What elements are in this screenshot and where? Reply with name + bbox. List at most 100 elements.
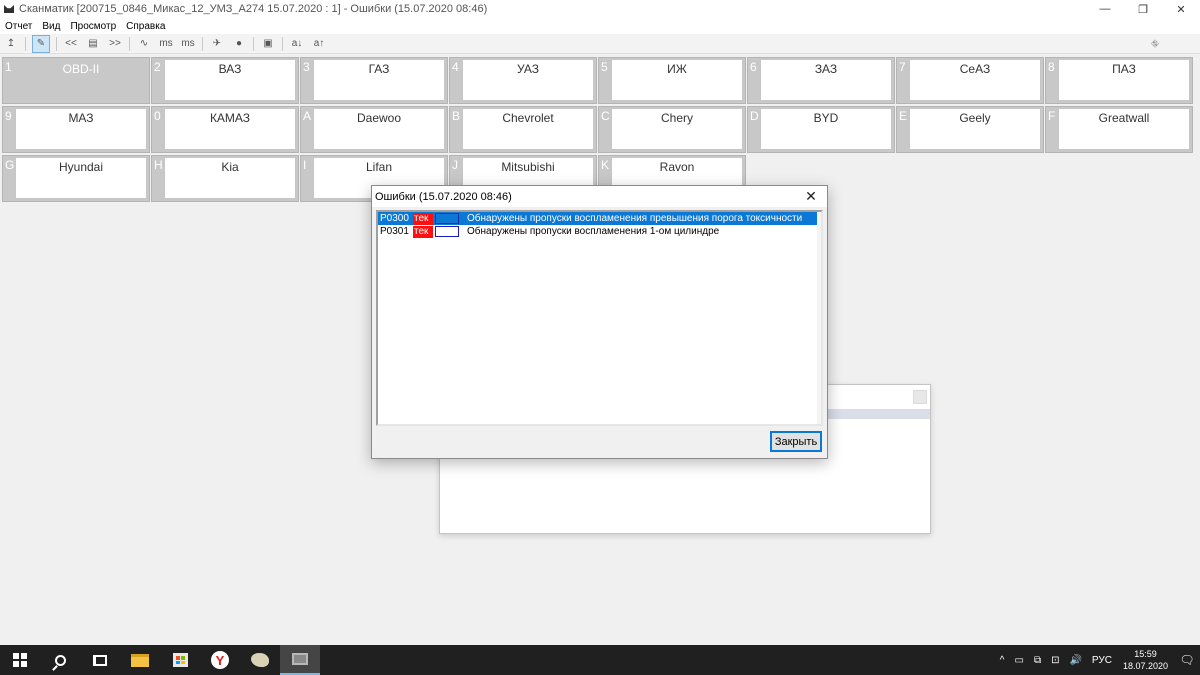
paint-button[interactable] xyxy=(240,645,280,675)
menu-report[interactable]: Отчет xyxy=(0,21,37,32)
brand-label: Geely xyxy=(909,108,1041,150)
brand-button[interactable]: 6 ЗАЗ xyxy=(747,57,895,104)
brand-button[interactable]: G Hyundai xyxy=(2,155,150,202)
store-button[interactable] xyxy=(160,645,200,675)
brand-button[interactable]: A Daewoo xyxy=(300,106,448,153)
toolbar-separator xyxy=(282,36,283,51)
search-button[interactable] xyxy=(40,645,80,675)
usb-device-icon[interactable]: ⊡ xyxy=(1051,655,1059,666)
yandex-browser-button[interactable]: Y xyxy=(200,645,240,675)
toolbar: ↥ ✎ << ▤ >> ∿ ms ms ✈ ● ▣ a↓ a↑ ⛗ xyxy=(0,34,1200,54)
brand-label: Greatwall xyxy=(1058,108,1190,150)
plane-icon[interactable]: ✈ xyxy=(209,35,225,53)
title-bar: Сканматик [200715_0846_Микас_12_УМЗ_А274… xyxy=(0,0,1200,18)
brand-hotkey: 4 xyxy=(452,60,459,74)
brand-button[interactable]: 3 ГАЗ xyxy=(300,57,448,104)
brand-button[interactable]: 5 ИЖ xyxy=(598,57,746,104)
brand-hotkey: K xyxy=(601,158,610,172)
toolbar-separator xyxy=(253,36,254,51)
brand-label: Kia xyxy=(164,157,296,199)
scrollbar[interactable] xyxy=(817,212,821,424)
file-explorer-button[interactable] xyxy=(120,645,160,675)
taskbar: Y ^ ▭ ⧉ ⊡ 🔊 РУС 15:59 18.07.2020 🗨 xyxy=(0,645,1200,675)
brand-button[interactable]: C Chery xyxy=(598,106,746,153)
toolbar-separator xyxy=(129,36,130,51)
brand-label: ЗАЗ xyxy=(760,59,892,101)
brand-label: МАЗ xyxy=(15,108,147,150)
menu-view[interactable]: Вид xyxy=(37,21,65,32)
background-dialog-close-button[interactable] xyxy=(913,390,927,404)
next-icon[interactable]: >> xyxy=(107,35,123,53)
dialog-title: Ошибки (15.07.2020 08:46) xyxy=(375,190,512,203)
brand-hotkey: 9 xyxy=(5,109,12,123)
dialog-close-icon[interactable]: ✕ xyxy=(803,188,819,205)
save-icon[interactable]: ▣ xyxy=(260,35,276,53)
brand-button[interactable]: 1 OBD-II xyxy=(2,57,150,104)
brand-hotkey: 7 xyxy=(899,60,906,74)
start-button[interactable] xyxy=(0,645,40,675)
menu-browse[interactable]: Просмотр xyxy=(65,21,121,32)
edit-icon[interactable]: ✎ xyxy=(32,34,50,53)
error-status-badge: тек xyxy=(413,225,433,238)
error-description: Обнаружены пропуски воспламенения 1-ом ц… xyxy=(467,226,720,237)
ms-minus-icon[interactable]: ms xyxy=(158,35,174,53)
network-icon[interactable]: ⧉ xyxy=(1034,655,1041,666)
maximize-button[interactable]: ❐ xyxy=(1124,0,1162,18)
brand-hotkey: 5 xyxy=(601,60,608,74)
error-row[interactable]: P0300 тек Обнаружены пропуски воспламенени… xyxy=(378,212,821,225)
brand-button[interactable]: 7 СеАЗ xyxy=(896,57,1044,104)
scanmatic-taskbar-button[interactable] xyxy=(280,645,320,675)
brand-button[interactable]: D BYD xyxy=(747,106,895,153)
clock[interactable]: 15:59 18.07.2020 xyxy=(1123,648,1168,672)
brand-label: СеАЗ xyxy=(909,59,1041,101)
record-icon[interactable]: ● xyxy=(231,35,247,53)
chevron-up-icon[interactable]: ^ xyxy=(1000,655,1005,666)
brand-label: УАЗ xyxy=(462,59,594,101)
brand-button[interactable]: B Chevrolet xyxy=(449,106,597,153)
brand-button[interactable]: 4 УАЗ xyxy=(449,57,597,104)
brand-hotkey: D xyxy=(750,109,759,123)
brand-label: КАМАЗ xyxy=(164,108,296,150)
brand-button[interactable]: 8 ПАЗ xyxy=(1045,57,1193,104)
wave-icon[interactable]: ∿ xyxy=(136,35,152,53)
brand-label: Chevrolet xyxy=(462,108,594,150)
close-window-button[interactable]: ✕ xyxy=(1162,0,1200,18)
list-icon[interactable]: ▤ xyxy=(85,35,101,53)
error-row[interactable]: P0301 тек Обнаружены пропуски воспламенени… xyxy=(378,225,821,238)
brand-hotkey: 8 xyxy=(1048,60,1055,74)
brand-button[interactable]: H Kia xyxy=(151,155,299,202)
brand-hotkey: 2 xyxy=(154,60,161,74)
font-decrease-icon[interactable]: a↓ xyxy=(289,35,305,53)
brand-button[interactable]: E Geely xyxy=(896,106,1044,153)
previous-icon[interactable]: << xyxy=(63,35,79,53)
font-increase-icon[interactable]: a↑ xyxy=(311,35,327,53)
toolbar-separator xyxy=(202,36,203,51)
upload-icon[interactable]: ↥ xyxy=(3,35,19,53)
error-status-badge: тек xyxy=(413,212,433,225)
brand-button[interactable]: F Greatwall xyxy=(1045,106,1193,153)
error-code: P0300 xyxy=(380,213,409,224)
brand-label: ВАЗ xyxy=(164,59,296,101)
brand-hotkey: B xyxy=(452,109,461,123)
brand-button[interactable]: 2 ВАЗ xyxy=(151,57,299,104)
battery-icon[interactable]: ▭ xyxy=(1014,655,1023,666)
usb-icon[interactable]: ⛗ xyxy=(1147,35,1163,53)
error-list[interactable]: P0300 тек Обнаружены пропуски воспламенени… xyxy=(376,210,823,426)
task-view-button[interactable] xyxy=(80,645,120,675)
brand-button[interactable]: 0 КАМАЗ xyxy=(151,106,299,153)
volume-icon[interactable]: 🔊 xyxy=(1069,655,1081,666)
brand-button[interactable]: 9 МАЗ xyxy=(2,106,150,153)
notification-icon[interactable]: 🗨 xyxy=(1174,645,1200,675)
brand-label: ГАЗ xyxy=(313,59,445,101)
brand-label: ИЖ xyxy=(611,59,743,101)
brand-hotkey: J xyxy=(452,158,458,172)
dialog-title-bar: Ошибки (15.07.2020 08:46) ✕ xyxy=(372,186,827,207)
close-button[interactable]: Закрыть xyxy=(770,431,822,452)
brand-label: ПАЗ xyxy=(1058,59,1190,101)
ms-plus-icon[interactable]: ms xyxy=(180,35,196,53)
yandex-icon: Y xyxy=(211,651,229,669)
language-indicator[interactable]: РУС xyxy=(1092,655,1112,666)
menu-help[interactable]: Справка xyxy=(121,21,170,32)
app-icon xyxy=(3,3,15,15)
minimize-button[interactable]: — xyxy=(1086,0,1124,18)
